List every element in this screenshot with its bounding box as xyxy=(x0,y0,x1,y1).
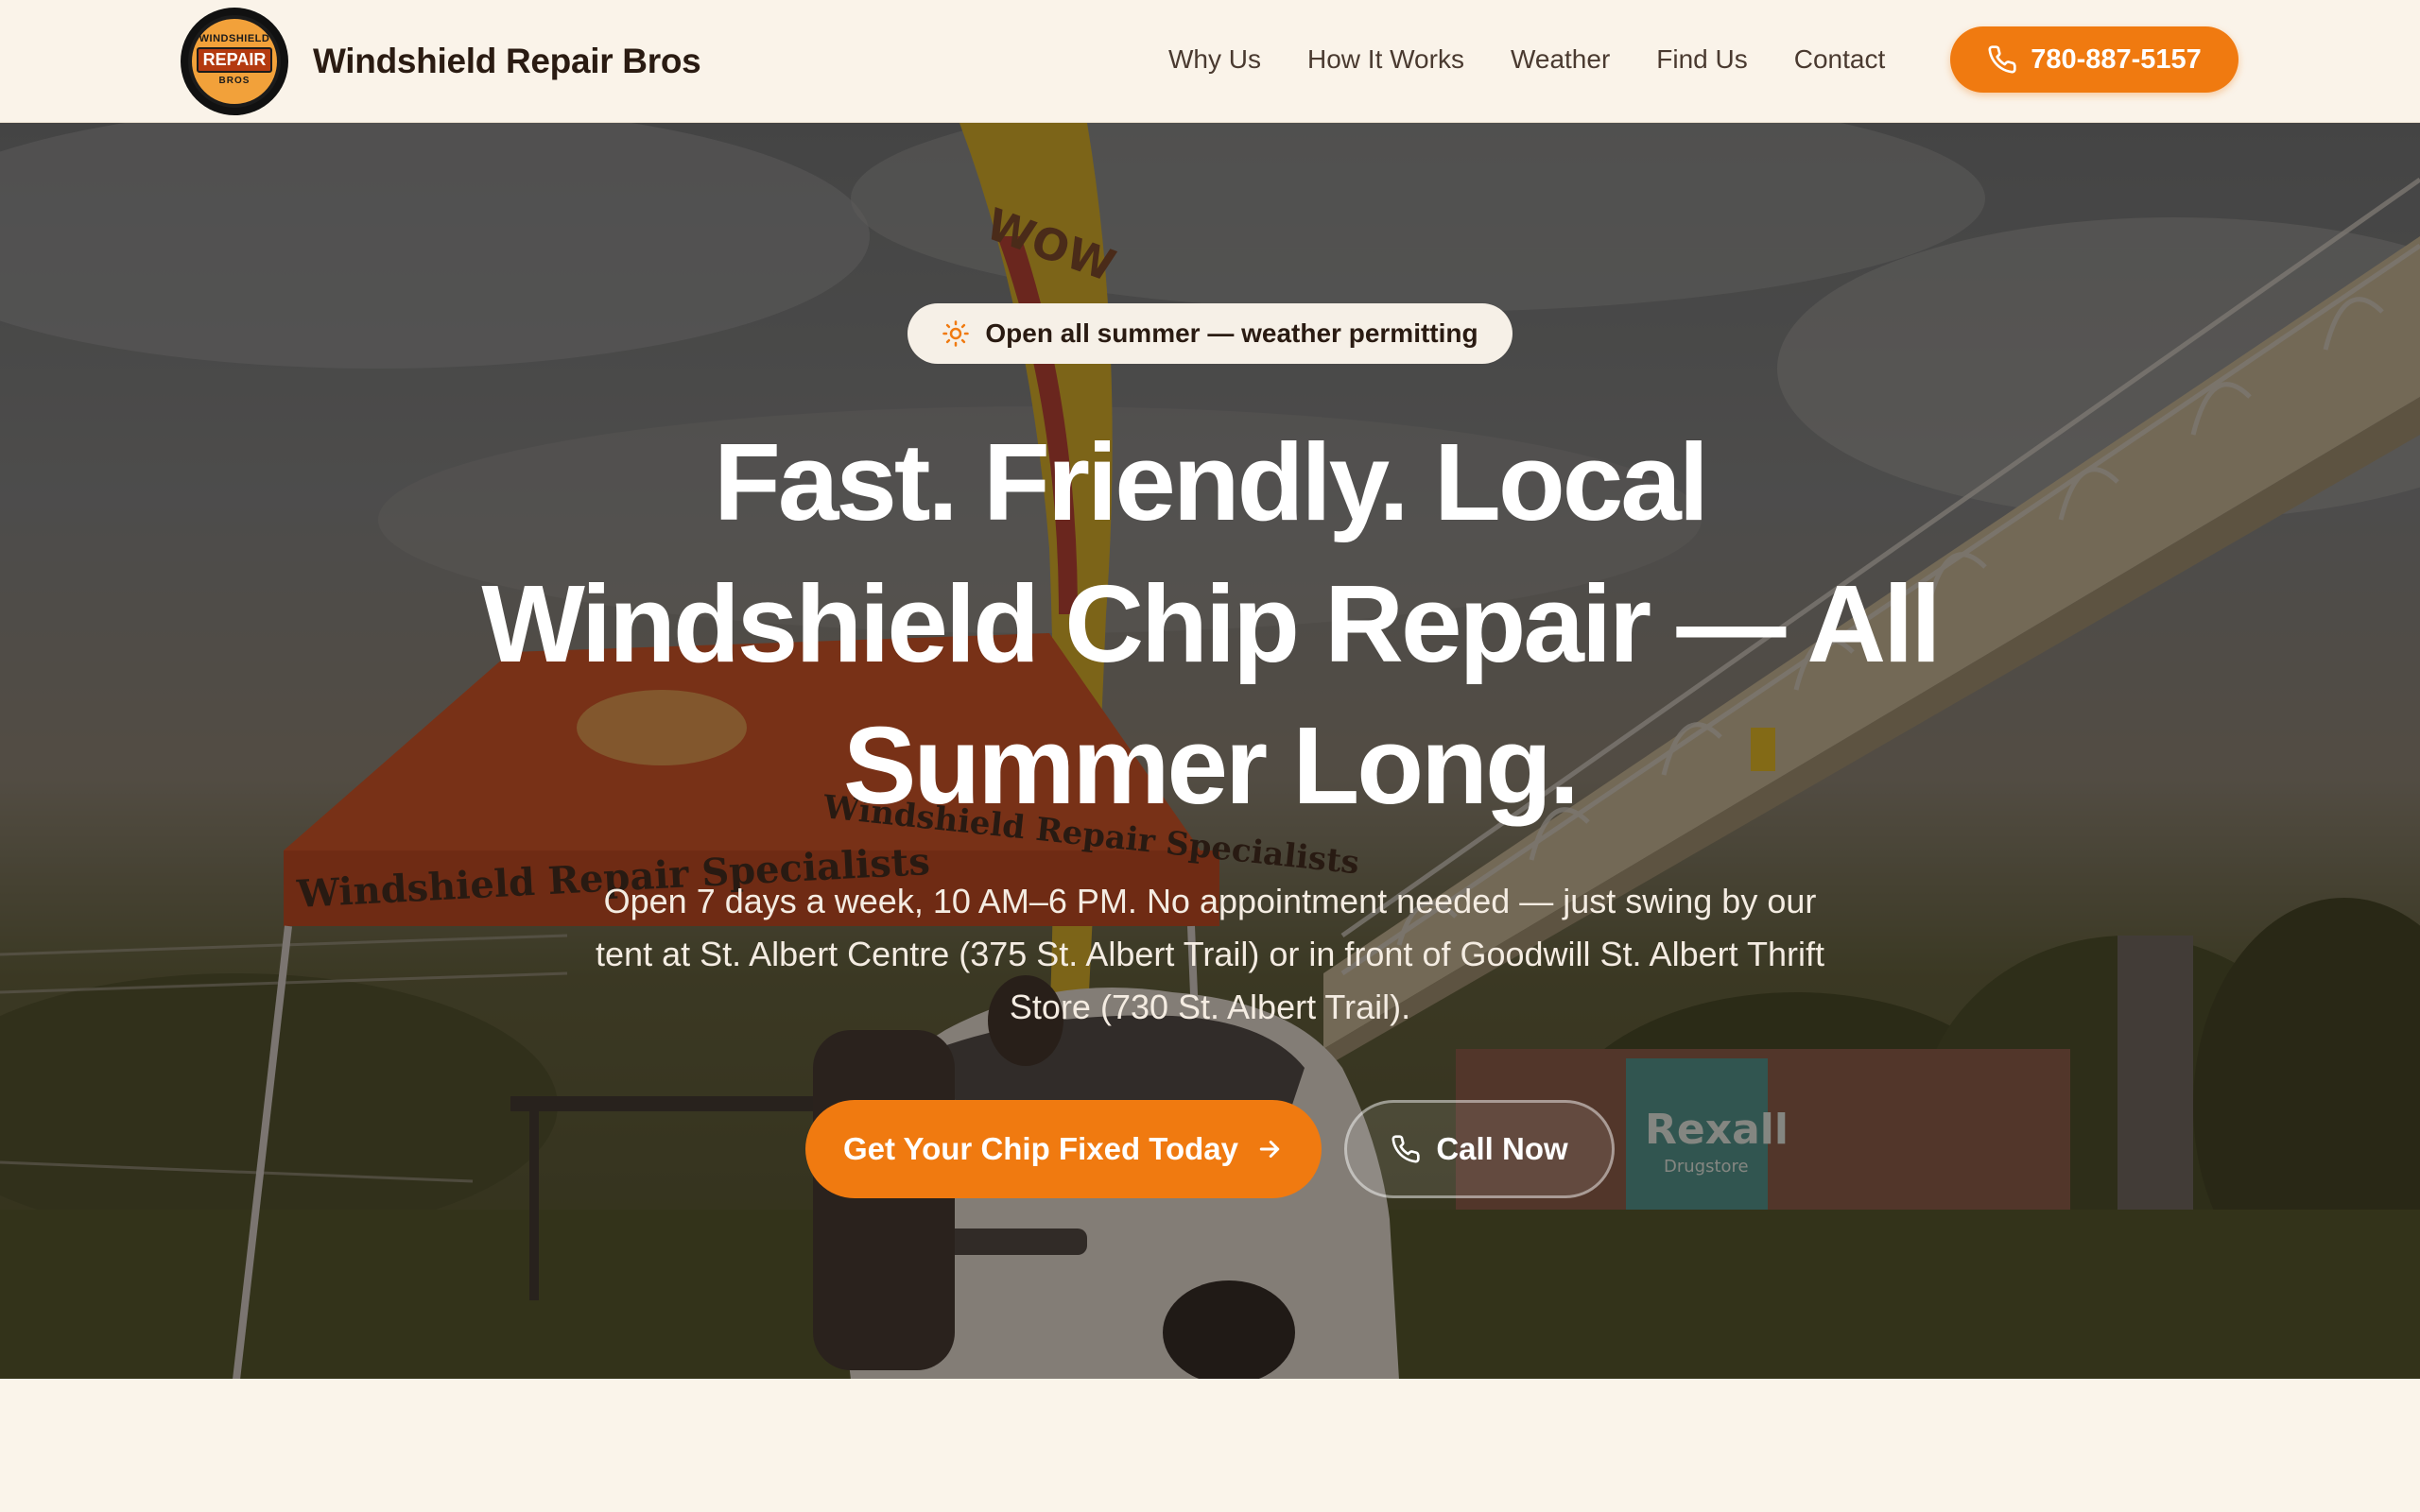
arrow-right-icon xyxy=(1259,1141,1280,1158)
call-now-label: Call Now xyxy=(1436,1131,1568,1166)
sun-icon xyxy=(942,320,970,347)
logo-bottom-text: BROS xyxy=(218,76,251,86)
brand-logo: WINDSHIELD REPAIR BROS xyxy=(181,8,288,115)
nav-link-weather[interactable]: Weather xyxy=(1511,44,1610,75)
hero-subtext: Open 7 days a week, 10 AM–6 PM. No appoi… xyxy=(596,882,1824,1026)
nav-link-find-us[interactable]: Find Us xyxy=(1656,44,1747,75)
get-chip-fixed-button[interactable]: Get Your Chip Fixed Today xyxy=(805,1100,1322,1198)
season-badge-text: Open all summer — weather permitting xyxy=(985,318,1478,348)
hero-headline: Fast. Friendly. Local Windshield Chip Re… xyxy=(406,411,2014,836)
nav-link-why-us[interactable]: Why Us xyxy=(1168,44,1261,75)
phone-icon xyxy=(1988,45,2016,74)
headline-line-2: Windshield Chip Repair — All xyxy=(481,562,1941,685)
headline-line-1: Fast. Friendly. Local xyxy=(714,421,1709,543)
hero-section: WOW Rexall Drugstore Windshield Repair S… xyxy=(0,123,2420,1379)
call-now-button[interactable]: Call Now xyxy=(1344,1100,1615,1198)
brand-link[interactable]: WINDSHIELD REPAIR BROS Windshield Repair… xyxy=(181,7,701,116)
nav-link-contact[interactable]: Contact xyxy=(1794,44,1886,75)
logo-mid-text: REPAIR xyxy=(196,47,273,73)
brand-name: Windshield Repair Bros xyxy=(313,42,701,80)
season-badge: Open all summer — weather permitting xyxy=(908,303,1512,364)
next-section xyxy=(0,1379,2420,1512)
header-phone-button[interactable]: 780-887-5157 xyxy=(1950,26,2238,93)
nav-link-how-it-works[interactable]: How It Works xyxy=(1307,44,1464,75)
get-chip-fixed-label: Get Your Chip Fixed Today xyxy=(842,1131,1239,1166)
site-header: WINDSHIELD REPAIR BROS Windshield Repair… xyxy=(0,0,2420,123)
headline-line-3: Summer Long. xyxy=(842,704,1580,827)
header-phone-number: 780-887-5157 xyxy=(2031,43,2202,75)
phone-icon xyxy=(1392,1135,1420,1163)
logo-top-text: WINDSHIELD xyxy=(199,33,270,44)
logo-badge: WINDSHIELD REPAIR BROS xyxy=(188,15,281,108)
main-nav: Why Us How It Works Weather Find Us Cont… xyxy=(1168,0,1885,119)
